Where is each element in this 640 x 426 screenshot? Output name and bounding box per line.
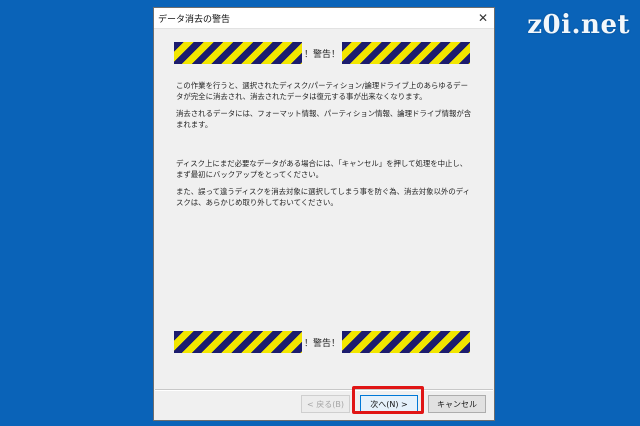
hazard-stripe-left (174, 42, 302, 64)
message-paragraph: ディスク上にまだ必要なデータがある場合には、「キャンセル」を押して処理を中止し、… (176, 159, 468, 179)
close-icon[interactable]: ✕ (472, 8, 494, 28)
hazard-stripe-left (174, 331, 302, 353)
warning-label: ！警告！ (303, 338, 340, 349)
warning-label: ！警告！ (303, 49, 340, 60)
warning-banner-top: ！警告！ (174, 42, 470, 64)
message-paragraph: この作業を行うと、選択されたディスク/パーティション/論理ドライブ上のあらゆるデ… (176, 81, 468, 101)
back-button[interactable]: < 戻る(B) (301, 395, 350, 413)
message-paragraph: 消去されるデータには、フォーマット情報、パーティション情報、論理ドライブ情報が含… (176, 109, 472, 129)
button-separator (155, 389, 493, 391)
warning-message: この作業を行うと、選択されたディスク/パーティション/論理ドライブ上のあらゆるデ… (176, 80, 472, 214)
watermark: z0i.net (527, 10, 630, 40)
warning-dialog: データ消去の警告 ✕ ！警告！ この作業を行うと、選択されたディスク/パーティシ… (153, 7, 495, 421)
warning-banner-bottom: ！警告！ (174, 331, 470, 353)
message-paragraph: また、誤って違うディスクを消去対象に選択してしまう事を防ぐ為、消去対象以外のディ… (176, 187, 471, 207)
cancel-button[interactable]: キャンセル (428, 395, 486, 413)
dialog-title: データ消去の警告 (158, 14, 231, 25)
next-button-highlight (352, 386, 424, 414)
hazard-stripe-right (341, 331, 470, 353)
title-bar: データ消去の警告 ✕ (154, 8, 494, 29)
hazard-stripe-right (341, 42, 470, 64)
